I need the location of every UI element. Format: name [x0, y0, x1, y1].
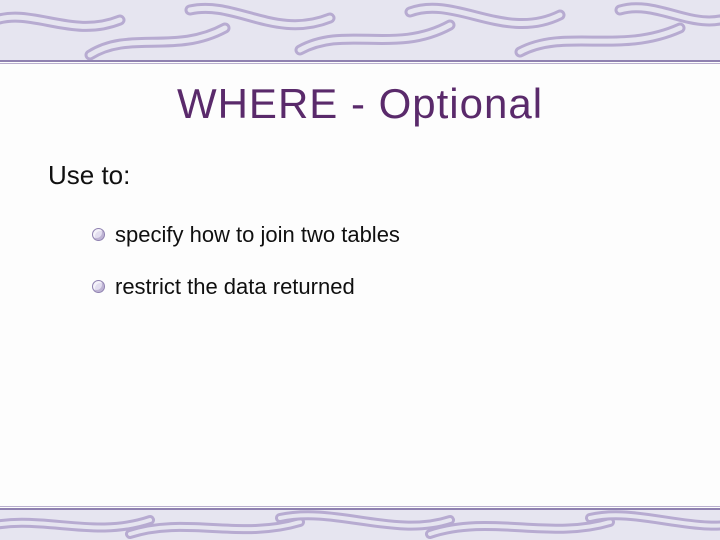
top-decorative-band — [0, 0, 720, 60]
slide: WHERE - Optional Use to: specify how to … — [0, 0, 720, 540]
intro-text: Use to: — [48, 160, 130, 191]
bottom-rule-thin — [0, 506, 720, 507]
bullet-icon — [92, 280, 105, 293]
top-swirl-pattern — [0, 0, 720, 60]
bottom-decorative-band — [0, 510, 720, 540]
slide-title: WHERE - Optional — [0, 80, 720, 128]
bullet-icon — [92, 228, 105, 241]
bullet-text: restrict the data returned — [115, 274, 355, 299]
bullet-item: restrict the data returned — [92, 274, 355, 300]
bullet-item: specify how to join two tables — [92, 222, 400, 248]
bottom-swirl-pattern — [0, 510, 720, 540]
top-rule — [0, 60, 720, 62]
top-rule-thin — [0, 63, 720, 64]
bullet-text: specify how to join two tables — [115, 222, 400, 247]
